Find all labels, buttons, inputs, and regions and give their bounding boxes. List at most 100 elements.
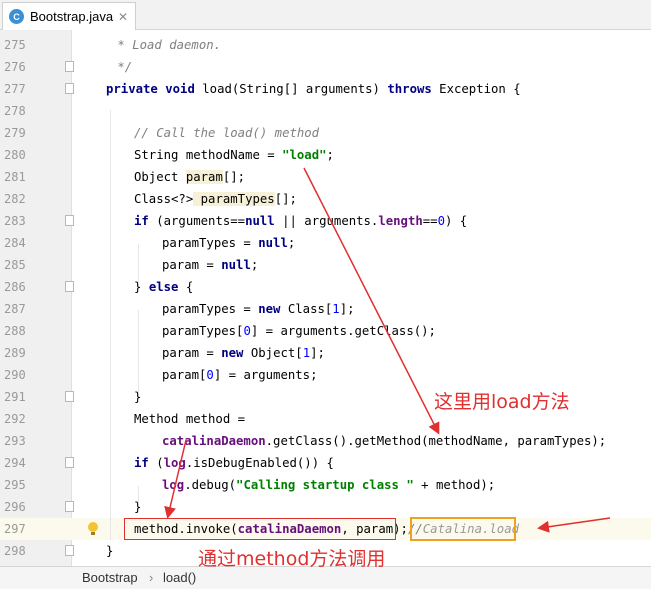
line-number: 283 (4, 214, 26, 228)
lightbulb-icon[interactable] (88, 522, 98, 535)
code-token: param = (162, 258, 222, 272)
code-token: Class (134, 192, 172, 206)
code-line-288[interactable]: 288 paramTypes[0] = arguments.getClass(); (0, 320, 651, 342)
code-text: param = new Object[1]; (162, 342, 325, 364)
code-token: ) { (444, 214, 468, 228)
code-token: || arguments. (274, 214, 379, 228)
code-token: "load" (282, 148, 327, 162)
code-token: Object[ (243, 346, 303, 360)
indent-guide (138, 310, 139, 394)
line-number: 277 (4, 82, 26, 96)
code-text: param[0] = arguments; (162, 364, 317, 386)
code-token: * Load daemon. (110, 38, 222, 52)
code-line-285[interactable]: 285 param = null; (0, 254, 651, 276)
code-line-296[interactable]: 296} (0, 496, 651, 518)
line-number: 276 (4, 60, 26, 74)
code-line-295[interactable]: 295 log.debug("Calling startup class " + … (0, 474, 651, 496)
code-token: Object (134, 170, 186, 184)
code-token: 0 (206, 368, 214, 382)
code-line-281[interactable]: 281 Object param[]; (0, 166, 651, 188)
code-editor[interactable]: 275 * Load daemon. 276 */277 private void … (0, 30, 651, 566)
code-text: private void load(String[] arguments) th… (106, 78, 521, 100)
tab-bootstrap-java[interactable]: C Bootstrap.java ✕ (2, 2, 136, 30)
code-token: else (148, 280, 179, 294)
code-token: []; (274, 192, 297, 206)
code-token: 1 (332, 302, 340, 316)
breadcrumb-separator: › (149, 570, 154, 585)
code-token: { (178, 280, 194, 294)
annotation-method-call: 通过method方法调用 (198, 548, 386, 570)
code-token: ] = arguments.getClass(); (250, 324, 436, 338)
code-line-290[interactable]: 290 param[0] = arguments; (0, 364, 651, 386)
line-number: 287 (4, 302, 26, 316)
fold-marker-icon[interactable] (65, 281, 74, 292)
fold-marker-icon[interactable] (65, 391, 74, 402)
close-icon[interactable]: ✕ (118, 10, 128, 24)
annotation-load-call: 这里用load方法 (434, 391, 570, 413)
code-token: + method); (413, 478, 496, 492)
line-number: 289 (4, 346, 26, 360)
code-line-286[interactable]: 286} else { (0, 276, 651, 298)
code-text: */ (110, 56, 132, 78)
code-text: if (arguments==null || arguments.length=… (134, 210, 467, 232)
code-token: new (221, 346, 244, 360)
code-line-293[interactable]: 293 catalinaDaemon.getClass().getMethod(m… (0, 430, 651, 452)
line-number: 282 (4, 192, 26, 206)
code-token: Method method = (134, 412, 246, 426)
line-number: 286 (4, 280, 26, 294)
code-token: ; (326, 148, 334, 162)
code-line-294[interactable]: 294 if (log.isDebugEnabled()) { (0, 452, 651, 474)
code-line-283[interactable]: 283 if (arguments==null || arguments.leng… (0, 210, 651, 232)
code-line-284[interactable]: 284 paramTypes = null; (0, 232, 651, 254)
code-line-287[interactable]: 287 paramTypes = new Class[1]; (0, 298, 651, 320)
code-token: paramTypes (193, 192, 275, 206)
code-token: void (165, 82, 195, 96)
code-token: } (106, 544, 114, 558)
code-text: // Call the load() method (134, 122, 319, 144)
code-text: param = null; (162, 254, 258, 276)
line-number: 280 (4, 148, 26, 162)
code-line-282[interactable]: 282 Class<?> paramTypes[]; (0, 188, 651, 210)
code-token: if (134, 214, 149, 228)
code-token: if (134, 456, 149, 470)
code-text: paramTypes = null; (162, 232, 295, 254)
fold-marker-icon[interactable] (65, 501, 74, 512)
line-number: 297 (4, 522, 26, 536)
code-text: Object param[]; (134, 166, 245, 188)
code-token: 0 (243, 324, 251, 338)
line-number: 294 (4, 456, 26, 470)
code-token: private (106, 82, 158, 96)
code-token: 1 (302, 346, 311, 360)
code-text: catalinaDaemon.getClass().getMethod(meth… (162, 430, 606, 452)
line-number: 293 (4, 434, 26, 448)
code-line-277[interactable]: 277 private void load(String[] arguments)… (0, 78, 651, 100)
code-line-276[interactable]: 276 */ (0, 56, 651, 78)
fold-marker-icon[interactable] (65, 83, 74, 94)
code-line-275[interactable]: 275 * Load daemon. (0, 34, 651, 56)
code-line-280[interactable]: 280 String methodName = "load"; (0, 144, 651, 166)
fold-marker-icon[interactable] (65, 545, 74, 556)
indent-guide (138, 244, 139, 284)
tab-title: Bootstrap.java (30, 9, 114, 24)
fold-marker-icon[interactable] (65, 215, 74, 226)
line-number: 284 (4, 236, 26, 250)
hint-highlight-box (410, 517, 516, 541)
code-text: } (106, 540, 113, 562)
code-text: paramTypes = new Class[1]; (162, 298, 355, 320)
java-class-icon: C (9, 9, 24, 24)
breadcrumb-method[interactable]: load() (163, 567, 196, 588)
code-token: length (378, 214, 423, 228)
code-text: log.debug("Calling startup class " + met… (162, 474, 495, 496)
indent-guide (138, 486, 139, 504)
fold-marker-icon[interactable] (65, 61, 74, 72)
code-line-278[interactable]: 278 (0, 100, 651, 122)
breadcrumb-class[interactable]: Bootstrap (82, 567, 138, 588)
code-token: param = (162, 346, 222, 360)
fold-marker-icon[interactable] (65, 457, 74, 468)
code-token: ( (148, 456, 164, 470)
code-token: null (221, 258, 251, 272)
code-token: []; (222, 170, 246, 184)
code-line-279[interactable]: 279 // Call the load() method (0, 122, 651, 144)
line-number: 292 (4, 412, 26, 426)
code-line-289[interactable]: 289 param = new Object[1]; (0, 342, 651, 364)
